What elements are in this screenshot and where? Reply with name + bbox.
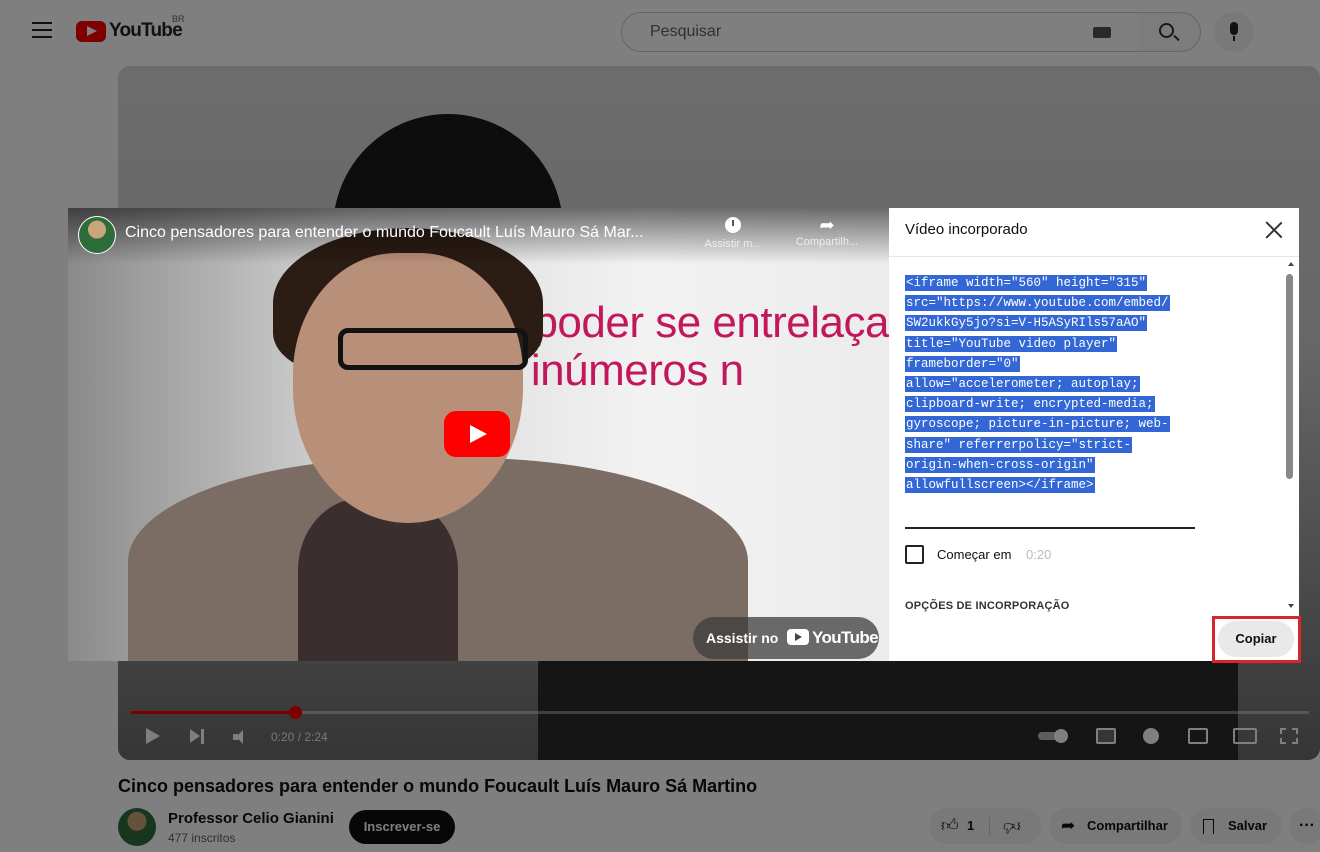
code-line: <iframe width="560" height="315" [905, 275, 1148, 291]
code-line: src="https://www.youtube.com/embed/ [905, 295, 1170, 312]
code-line: allowfullscreen></iframe> [905, 477, 1095, 494]
share-arrow-icon: ➦ [819, 215, 835, 235]
watch-later-label: Assistir m... [704, 238, 762, 250]
divider [889, 256, 1299, 257]
watch-on-label: Assistir no [706, 630, 779, 646]
youtube-mini-icon [787, 629, 809, 645]
embed-video-title[interactable]: Cinco pensadores para entender o mundo F… [125, 224, 685, 242]
code-line: frameborder="0" [905, 355, 1020, 372]
scroll-up-icon[interactable] [1288, 262, 1294, 266]
embed-share-label: Compartilh... [795, 236, 859, 248]
embed-dialog: O poder se entrelaça m inúmeros n Cinco … [68, 208, 1301, 663]
embed-preview-player[interactable]: O poder se entrelaça m inúmeros n Cinco … [68, 208, 889, 661]
watch-on-youtube-button[interactable]: Assistir no YouTube [693, 617, 879, 659]
embed-code-textarea[interactable]: <iframe width="560" height="315" src="htt… [905, 273, 1195, 529]
scrollbar-thumb[interactable] [1286, 274, 1293, 479]
code-line: title="YouTube video player" [905, 335, 1118, 352]
speaker-face [293, 253, 523, 523]
slide-text-line-1: O poder se entrelaça [488, 298, 889, 347]
scroll-down-icon[interactable] [1288, 604, 1294, 608]
embed-share-button[interactable]: ➦ Compartilh... [786, 214, 868, 248]
start-at-checkbox[interactable] [905, 545, 924, 564]
big-play-button-icon[interactable] [444, 411, 510, 457]
panel-scrollbar[interactable] [1285, 260, 1295, 610]
code-line: gyroscope; picture-in-picture; web- [905, 416, 1170, 433]
code-line: origin-when-cross-origin" [905, 456, 1095, 473]
start-at-time[interactable]: 0:20 [1026, 547, 1051, 562]
watch-on-brand: YouTube [812, 628, 879, 647]
watch-later-button[interactable]: Assistir m... [692, 214, 774, 250]
panel-title: Vídeo incorporado [905, 221, 1028, 238]
close-icon[interactable] [1262, 218, 1286, 242]
code-line: SW2ukkGy5jo?si=V-H5ASyRIls57aAO" [905, 315, 1148, 332]
code-line: allow="accelerometer; autoplay; [905, 376, 1140, 393]
code-line: clipboard-write; encrypted-media; [905, 396, 1155, 413]
code-line: share" referrerpolicy="strict- [905, 436, 1133, 453]
speaker-glasses [338, 328, 528, 370]
embed-options-heading[interactable]: OPÇÕES DE INCORPORAÇÃO [905, 600, 1070, 612]
start-at-label: Começar em [937, 547, 1012, 562]
clock-icon [725, 217, 741, 233]
embed-side-panel: Vídeo incorporado <iframe width="560" he… [889, 208, 1301, 663]
speaker-shirt [298, 498, 458, 661]
embed-channel-avatar[interactable] [78, 216, 116, 254]
annotation-highlight-box [1212, 616, 1301, 663]
